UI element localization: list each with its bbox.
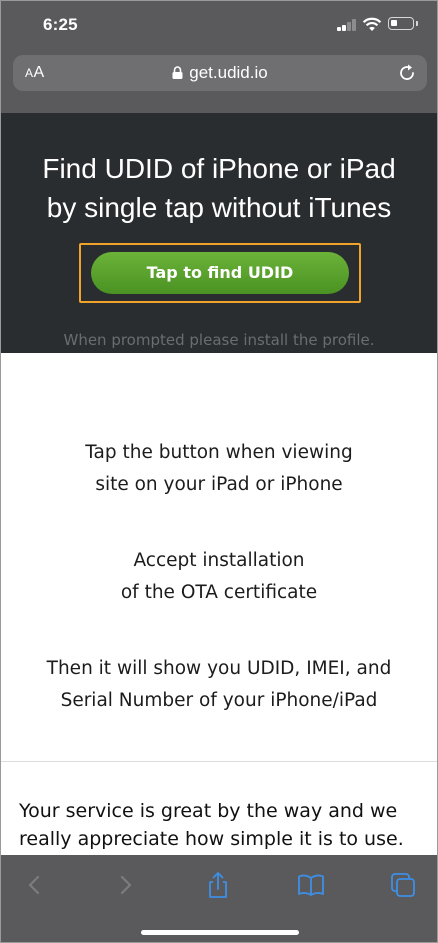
lock-icon [172,66,183,79]
hero-title-line-2: by single tap without iTunes [46,192,392,223]
address-bar-area: AA get.udid.io [1,49,437,113]
step-2: Accept installation of the OTA certifica… [120,550,318,603]
phone-screen: 6:25 AA get.udid.io Find UDID of iPhone … [0,0,438,943]
wifi-icon [362,17,382,31]
section-divider [1,761,437,762]
home-indicator[interactable] [141,930,299,935]
bookmarks-icon[interactable] [297,871,325,899]
forward-icon[interactable] [111,871,139,899]
hero-title-line-1: Find UDID of iPhone or iPad [42,153,396,184]
instructions-section: Tap the button when viewing site on your… [1,353,437,761]
tabs-icon[interactable] [389,871,417,899]
reload-icon[interactable] [397,63,417,83]
clock: 6:25 [43,15,78,34]
back-icon[interactable] [21,871,49,899]
testimonial-text: Your service is great by the way and we … [19,800,404,850]
profile-install-note: When prompted please install the profile… [63,331,375,349]
status-bar: 6:25 [1,1,437,49]
tap-to-find-udid-button[interactable]: Tap to find UDID [91,252,349,294]
url-display[interactable]: get.udid.io [13,63,427,83]
browser-toolbar [1,855,437,942]
hero-section: Find UDID of iPhone or iPad by single ta… [1,113,437,353]
step-1: Tap the button when viewing site on your… [85,442,353,495]
address-bar[interactable]: AA get.udid.io [13,55,427,91]
step-3: Then it will show you UDID, IMEI, and Se… [46,658,392,711]
battery-icon [388,17,418,30]
share-icon[interactable] [204,871,232,899]
url-text: get.udid.io [189,63,268,82]
cellular-signal-icon [337,19,357,31]
hero-title: Find UDID of iPhone or iPad by single ta… [1,149,437,227]
